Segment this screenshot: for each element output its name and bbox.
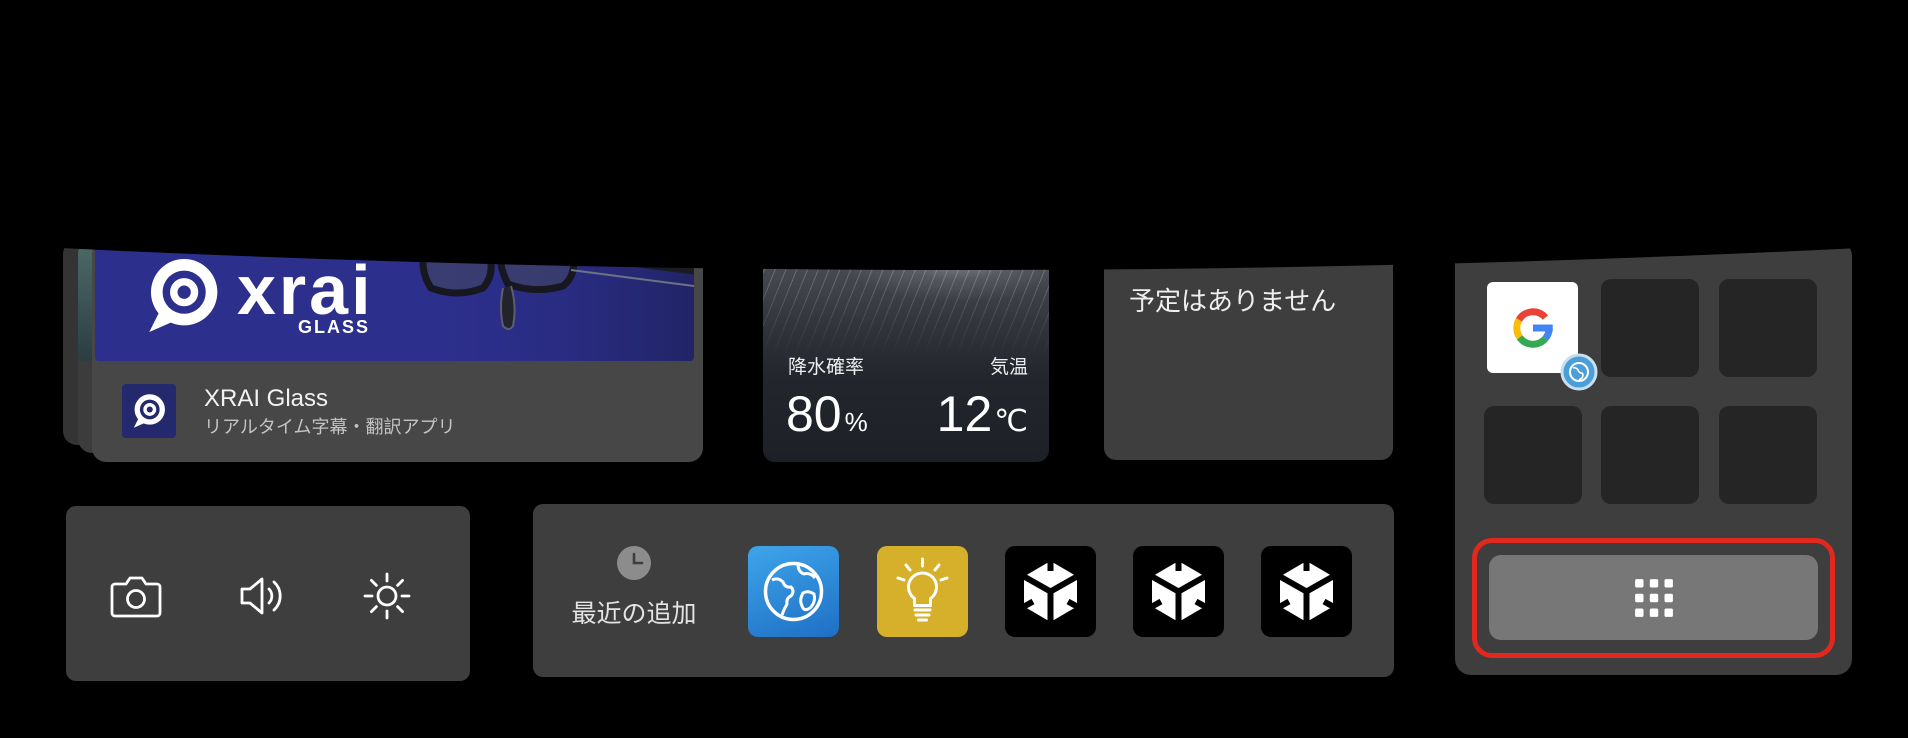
recently-added-label: 最近の追加	[571, 599, 697, 628]
unity-icon	[1150, 561, 1207, 622]
app-description: リアルタイム字幕・翻訳アプリ	[204, 417, 456, 438]
recent-app-lightbulb[interactable]	[877, 546, 968, 637]
precipitation-value: 80	[786, 386, 842, 442]
app-tile-empty[interactable]	[1601, 279, 1699, 377]
app-tile-empty[interactable]	[1719, 279, 1817, 377]
recent-app-globe[interactable]	[748, 546, 839, 637]
lightbulb-icon	[896, 557, 949, 622]
temperature-value-group: 12℃	[937, 385, 1028, 443]
app-tile-empty[interactable]	[1719, 406, 1817, 504]
xrai-glass-widget[interactable]: xrai GLASS XRAI Glass リアルタイム字幕・翻訳アプリ	[92, 240, 703, 462]
temperature-unit: ℃	[994, 405, 1028, 438]
unity-icon	[1278, 561, 1335, 622]
precipitation-value-group: 80%	[786, 385, 868, 443]
clock-icon	[617, 546, 651, 580]
xrai-logo-subtext: GLASS	[298, 317, 371, 337]
globe-badge-icon	[1559, 352, 1599, 392]
app-tile-empty[interactable]	[1601, 406, 1699, 504]
recent-app-unity[interactable]	[1133, 546, 1224, 637]
app-tile-empty[interactable]	[1484, 406, 1582, 504]
calendar-empty-message: 予定はありません	[1129, 287, 1337, 317]
calendar-widget[interactable]: 予定はありません	[1104, 245, 1393, 460]
weather-widget[interactable]: 降水確率 気温 80% 12℃	[763, 245, 1049, 462]
rain-image	[763, 245, 1049, 358]
glasses-image	[401, 240, 694, 361]
app-name: XRAI Glass	[204, 385, 329, 412]
volume-icon[interactable]	[232, 566, 292, 626]
precipitation-label: 降水確率	[788, 356, 865, 378]
xrai-logo-icon	[133, 394, 165, 428]
globe-icon	[763, 561, 824, 622]
quick-settings-widget	[66, 506, 470, 681]
unity-icon	[1022, 561, 1079, 622]
xrai-banner[interactable]: xrai GLASS	[95, 240, 694, 361]
temperature-label: 気温	[989, 356, 1028, 378]
recent-app-unity[interactable]	[1005, 546, 1096, 637]
brightness-icon[interactable]	[357, 566, 417, 626]
highlight-box	[1472, 538, 1835, 658]
temperature-value: 12	[936, 386, 993, 442]
precipitation-unit: %	[844, 407, 868, 437]
recently-added-widget: 最近の追加	[533, 504, 1394, 677]
xrai-app-icon	[122, 384, 176, 438]
camera-icon[interactable]	[106, 566, 166, 626]
xrai-logo-text: xrai	[237, 251, 374, 329]
xrai-logo-icon	[149, 258, 218, 333]
recent-app-unity[interactable]	[1261, 546, 1352, 637]
google-icon	[1512, 307, 1553, 348]
